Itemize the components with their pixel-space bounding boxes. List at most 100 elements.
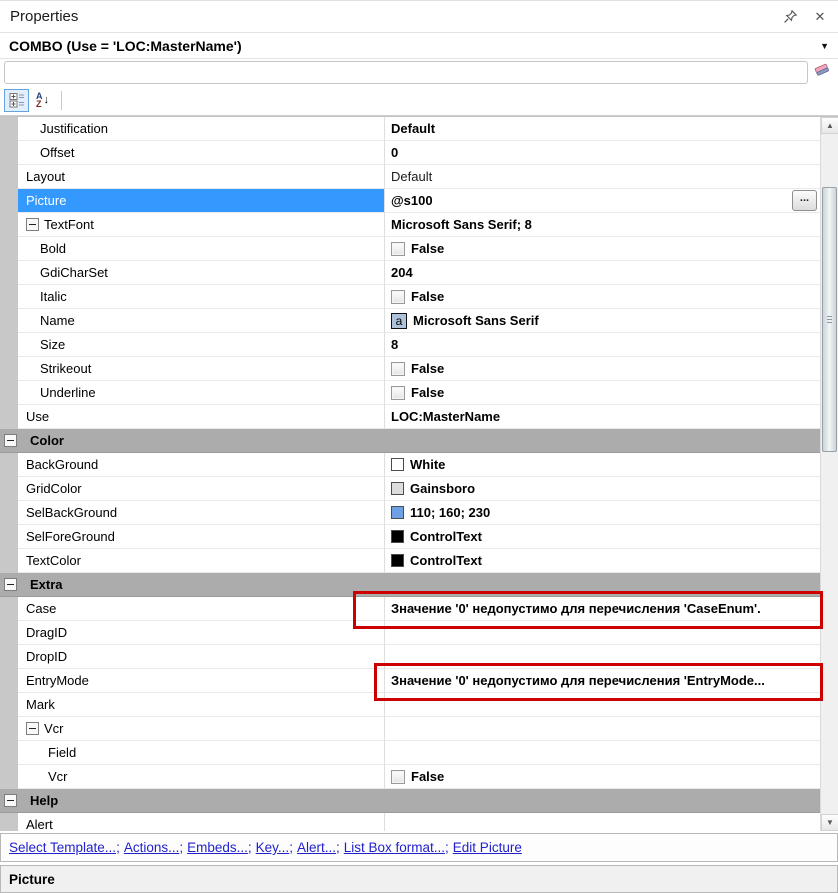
expander-icon[interactable] (26, 218, 39, 231)
control-selector[interactable]: COMBO (Use = 'LOC:MasterName') ▼ (0, 33, 838, 59)
collapse-icon[interactable] (4, 794, 17, 807)
property-value-cell[interactable]: False (385, 237, 820, 261)
property-value: ControlText (410, 529, 482, 544)
action-link[interactable]: List Box format... (344, 840, 445, 855)
property-name-cell[interactable]: GdiCharSet (18, 261, 385, 285)
action-link[interactable]: Actions... (124, 840, 180, 855)
filter-input[interactable] (4, 61, 808, 84)
property-label: Vcr (48, 769, 68, 784)
property-name-cell[interactable]: Vcr (18, 717, 385, 741)
ellipsis-button[interactable] (792, 190, 817, 211)
property-value-cell[interactable] (385, 741, 820, 765)
checkbox-unchecked-icon[interactable] (391, 386, 405, 400)
property-label: Underline (40, 385, 96, 400)
property-name-cell[interactable]: GridColor (18, 477, 385, 501)
property-value-cell[interactable]: False (385, 381, 820, 405)
categorized-view-button[interactable] (4, 89, 29, 112)
category-label: Color (30, 433, 64, 448)
property-value-cell[interactable]: @s100 (385, 189, 820, 213)
property-name-cell[interactable]: Layout (18, 165, 385, 189)
row-gutter (0, 261, 18, 285)
property-value-cell[interactable]: Microsoft Sans Serif (385, 309, 820, 333)
eraser-icon[interactable] (814, 62, 831, 82)
category-row[interactable]: Help (0, 789, 820, 813)
property-name-cell[interactable]: EntryMode (18, 669, 385, 693)
action-link[interactable]: Alert... (297, 840, 336, 855)
property-name-cell[interactable]: BackGround (18, 453, 385, 477)
property-value-cell[interactable]: False (385, 285, 820, 309)
property-name-cell[interactable]: Mark (18, 693, 385, 717)
property-value-cell[interactable]: 110; 160; 230 (385, 501, 820, 525)
scroll-down-icon[interactable]: ▼ (821, 814, 838, 831)
chevron-down-icon[interactable]: ▼ (820, 41, 829, 51)
property-value-cell[interactable]: Gainsboro (385, 477, 820, 501)
property-value-cell[interactable] (385, 621, 820, 645)
property-label: Name (40, 313, 75, 328)
pin-icon[interactable] (782, 9, 798, 25)
property-label: SelBackGround (26, 505, 117, 520)
property-name-cell[interactable]: DropID (18, 645, 385, 669)
property-value-cell[interactable] (385, 645, 820, 669)
scroll-up-icon[interactable]: ▲ (821, 117, 838, 134)
collapse-icon[interactable] (4, 434, 17, 447)
property-name-cell[interactable]: SelBackGround (18, 501, 385, 525)
alphabetical-sort-button[interactable]: AZ ↓ (29, 89, 54, 112)
property-value-cell[interactable]: False (385, 765, 820, 789)
property-name-cell[interactable]: Name (18, 309, 385, 333)
checkbox-unchecked-icon[interactable] (391, 242, 405, 256)
expander-icon[interactable] (26, 722, 39, 735)
checkbox-unchecked-icon[interactable] (391, 770, 405, 784)
property-name-cell[interactable]: Picture (18, 189, 385, 213)
action-link[interactable]: Edit Picture (453, 840, 522, 855)
description-panel: Picture (0, 865, 838, 893)
row-gutter (0, 213, 18, 237)
action-link[interactable]: Select Template... (9, 840, 116, 855)
property-row: LayoutDefault (0, 165, 820, 189)
property-value-cell[interactable] (385, 813, 820, 831)
checkbox-unchecked-icon[interactable] (391, 362, 405, 376)
category-row[interactable]: Extra (0, 573, 820, 597)
property-value-cell[interactable]: ControlText (385, 525, 820, 549)
vertical-scrollbar[interactable]: ▲ ▼ (820, 117, 838, 831)
property-value: 204 (391, 265, 413, 280)
property-name-cell[interactable]: TextFont (18, 213, 385, 237)
property-value-cell[interactable]: 8 (385, 333, 820, 357)
property-value-cell[interactable]: Значение '0' недопустимо для перечислени… (385, 597, 820, 621)
property-value-cell[interactable]: Значение '0' недопустимо для перечислени… (385, 669, 820, 693)
category-row[interactable]: Color (0, 429, 820, 453)
property-value-cell[interactable]: 204 (385, 261, 820, 285)
property-name-cell[interactable]: Field (18, 741, 385, 765)
property-name-cell[interactable]: SelForeGround (18, 525, 385, 549)
property-name-cell[interactable]: Offset (18, 141, 385, 165)
property-name-cell[interactable]: Use (18, 405, 385, 429)
property-name-cell[interactable]: Alert (18, 813, 385, 831)
row-gutter (0, 165, 18, 189)
checkbox-unchecked-icon[interactable] (391, 290, 405, 304)
property-value-cell[interactable]: Default (385, 117, 820, 141)
property-name-cell[interactable]: Bold (18, 237, 385, 261)
property-value-cell[interactable]: White (385, 453, 820, 477)
property-name-cell[interactable]: Underline (18, 381, 385, 405)
property-name-cell[interactable]: Justification (18, 117, 385, 141)
property-name-cell[interactable]: Case (18, 597, 385, 621)
property-name-cell[interactable]: Strikeout (18, 357, 385, 381)
action-link[interactable]: Embeds... (187, 840, 248, 855)
scrollbar-thumb[interactable] (822, 187, 837, 452)
property-value-cell[interactable]: Microsoft Sans Serif; 8 (385, 213, 820, 237)
action-link[interactable]: Key... (256, 840, 290, 855)
property-value-cell[interactable]: 0 (385, 141, 820, 165)
property-name-cell[interactable]: Size (18, 333, 385, 357)
property-value-cell[interactable] (385, 717, 820, 741)
property-value-cell[interactable] (385, 693, 820, 717)
property-value-cell[interactable]: ControlText (385, 549, 820, 573)
collapse-icon[interactable] (4, 578, 17, 591)
close-icon[interactable]: ✕ (812, 9, 828, 25)
property-name-cell[interactable]: Vcr (18, 765, 385, 789)
panel-title: Properties (10, 8, 78, 25)
property-name-cell[interactable]: Italic (18, 285, 385, 309)
property-value-cell[interactable]: False (385, 357, 820, 381)
property-name-cell[interactable]: DragID (18, 621, 385, 645)
property-name-cell[interactable]: TextColor (18, 549, 385, 573)
property-value-cell[interactable]: LOC:MasterName (385, 405, 820, 429)
property-value-cell[interactable]: Default (385, 165, 820, 189)
